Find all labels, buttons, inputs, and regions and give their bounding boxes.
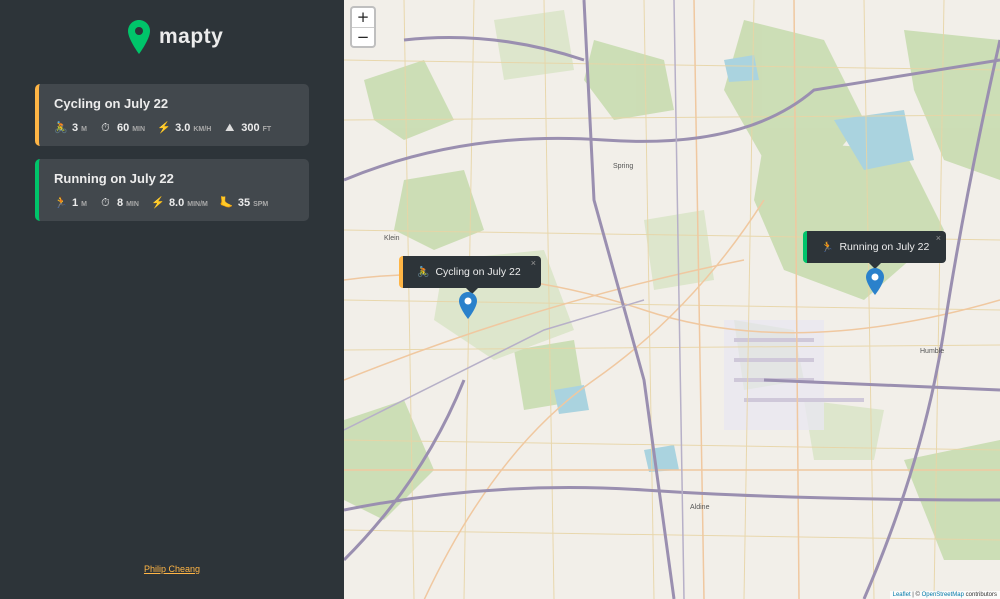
workout-detail-elevation: ⛰ 300 FT: [223, 122, 271, 135]
elevation-unit: FT: [262, 126, 272, 133]
footprint-icon: 🦶: [219, 197, 234, 209]
map-marker-running[interactable]: [866, 268, 884, 295]
leaflet-link[interactable]: Leaflet: [893, 592, 911, 598]
lightning-icon: ⚡: [157, 122, 171, 134]
place-label-klein: Klein: [384, 235, 400, 242]
workout-detail-duration: ⏱ 60 MIN: [99, 122, 145, 135]
workout-title: Cycling on July 22: [54, 96, 169, 111]
map-attribution: Leaflet | © OpenStreetMap contributors: [889, 591, 1000, 599]
app-name: mapty: [159, 25, 224, 48]
place-label-aldine: Aldine: [690, 504, 710, 511]
duration-unit: MIN: [126, 201, 139, 208]
attribution-suffix: contributors: [963, 592, 997, 598]
workout-detail-speed: ⚡ 3.0 KM/H: [157, 121, 211, 134]
distance-value: 1: [72, 197, 79, 209]
runner-icon: 🏃: [54, 197, 68, 209]
place-label-humble: Humble: [920, 348, 945, 355]
zoom-in-button[interactable]: +: [352, 8, 374, 28]
duration-unit: MIN: [132, 126, 146, 133]
logo: mapty: [128, 20, 223, 54]
map-marker-cycling[interactable]: [459, 292, 477, 319]
attribution-separator: | ©: [910, 592, 922, 598]
map-pin-logo-icon: [128, 20, 150, 54]
workout-detail-pace: ⚡ 8.0 MIN/M: [151, 196, 208, 209]
elevation-value: 300: [241, 122, 260, 134]
distance-unit: M: [81, 126, 87, 133]
map-container[interactable]: Spring Humble Aldine Klein + − 🚴 Cycling…: [344, 0, 1000, 599]
workout-card-cycling[interactable]: Cycling on July 22 🚴 3 M ⏱ 60 MIN ⚡ 3.0 …: [35, 84, 309, 146]
popup-cycling[interactable]: 🚴 Cycling on July 22 ×: [399, 256, 541, 294]
cyclist-icon: 🚴: [417, 266, 430, 278]
workout-title: Running on July 22: [54, 171, 174, 186]
mountain-icon: ⛰: [225, 122, 235, 134]
pace-value: 8.0: [168, 197, 185, 209]
distance-unit: M: [81, 201, 87, 208]
workout-details: 🚴 3 M ⏱ 60 MIN ⚡ 3.0 KM/H ⛰ 300 FT: [54, 121, 283, 135]
workout-card-running[interactable]: Running on July 22 🏃 1 M ⏱ 8 MIN ⚡ 8.0 M…: [35, 159, 309, 221]
pace-unit: MIN/M: [187, 201, 208, 208]
cyclist-icon: 🚴: [54, 122, 68, 134]
duration-value: 8: [116, 197, 124, 209]
workout-detail-distance: 🏃 1 M: [54, 196, 87, 209]
workout-details: 🏃 1 M ⏱ 8 MIN ⚡ 8.0 MIN/M 🦶 35 SPM: [54, 196, 280, 210]
close-icon[interactable]: ×: [936, 233, 941, 243]
popup-label: Cycling on July 22: [435, 266, 521, 278]
cadence-unit: SPM: [253, 201, 269, 208]
app-root: mapty Cycling on July 22 🚴 3 M ⏱ 60 MIN …: [0, 0, 1000, 599]
author-link[interactable]: Philip Cheang: [144, 564, 200, 574]
zoom-out-button[interactable]: −: [352, 28, 374, 47]
popup-label: Running on July 22: [839, 241, 930, 253]
runner-icon: 🏃: [821, 241, 834, 253]
workout-detail-distance: 🚴 3 M: [54, 121, 87, 134]
duration-value: 60: [116, 122, 130, 134]
workout-detail-cadence: 🦶 35 SPM: [220, 196, 268, 209]
zoom-control: + −: [350, 6, 376, 48]
speed-value: 3.0: [175, 122, 191, 134]
map-tiles[interactable]: [344, 0, 1000, 599]
speed-unit: KM/H: [193, 126, 212, 133]
stopwatch-icon: ⏱: [101, 122, 110, 134]
osm-link[interactable]: OpenStreetMap: [922, 592, 964, 598]
workout-detail-duration: ⏱ 8 MIN: [99, 197, 139, 210]
lightning-icon: ⚡: [150, 197, 165, 209]
sidebar: mapty Cycling on July 22 🚴 3 M ⏱ 60 MIN …: [0, 0, 344, 599]
close-icon[interactable]: ×: [531, 258, 536, 268]
popup-running[interactable]: 🏃 Running on July 22 ×: [803, 231, 946, 269]
stopwatch-icon: ⏱: [101, 197, 110, 209]
distance-value: 3: [72, 122, 79, 134]
copyright: Philip Cheang: [0, 559, 344, 577]
place-label-spring: Spring: [613, 163, 634, 170]
cadence-value: 35: [237, 197, 251, 209]
